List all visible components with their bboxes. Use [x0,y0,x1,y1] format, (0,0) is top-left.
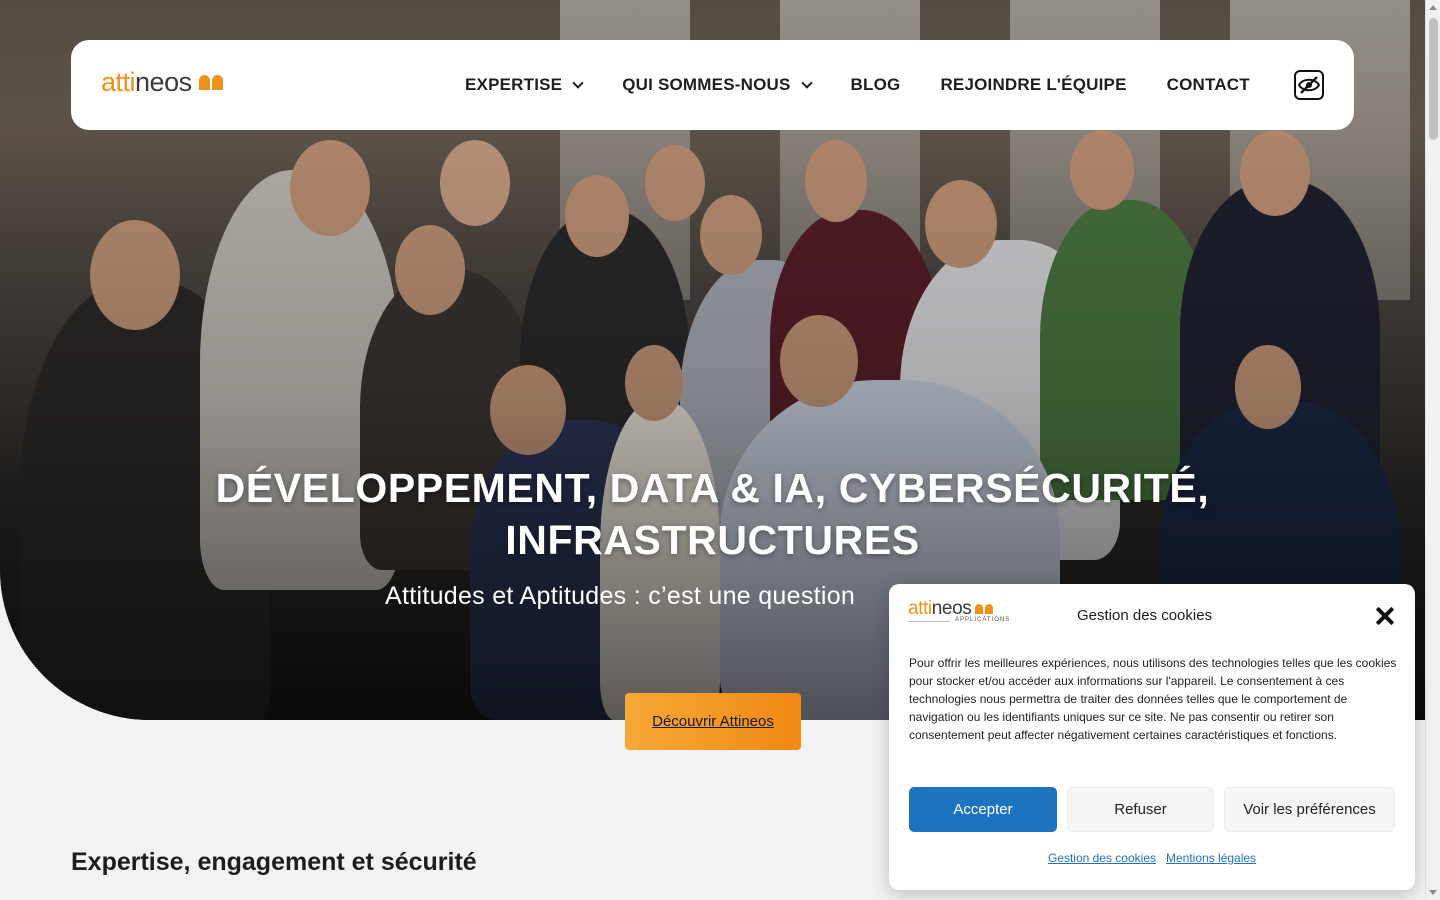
main-navbar: atti neos EXPERTISE QUI SOMMES-NOUS BLOG … [71,40,1354,130]
chevron-down-icon [800,76,813,89]
scroll-up-arrow-icon[interactable] [1429,5,1437,10]
accessibility-toggle-button[interactable] [1294,70,1324,100]
section-title: Expertise, engagement et sécurité [71,848,477,876]
scroll-thumb[interactable] [1429,18,1438,140]
legal-notice-link[interactable]: Mentions légales [1166,851,1256,865]
page-scrollbar[interactable] [1425,0,1440,900]
close-icon[interactable] [1375,606,1395,626]
hero-subline: Attitudes et Aptitudes : c’est une quest… [385,582,856,610]
cookie-consent-dialog: atti neos APPLICATIONS Gestion des cookie… [889,584,1415,890]
logo-mark-icon [198,75,226,90]
nav-links: EXPERTISE QUI SOMMES-NOUS BLOG REJOINDRE… [465,40,1290,130]
cookie-dialog-logo: atti neos APPLICATIONS [908,598,1011,623]
chevron-down-icon [572,76,584,89]
nav-item-contact[interactable]: CONTACT [1167,75,1250,95]
nav-item-expertise[interactable]: EXPERTISE [465,75,584,95]
attineos-logo[interactable]: atti neos [101,67,226,98]
cookie-dialog-text: Pour offrir les meilleures expériences, … [909,656,1397,742]
discover-attineos-button[interactable]: Découvrir Attineos [625,693,801,750]
nav-item-blog[interactable]: BLOG [851,75,901,95]
scroll-down-arrow-icon[interactable] [1429,890,1437,895]
nav-item-rejoindre[interactable]: REJOINDRE L'ÉQUIPE [940,75,1126,95]
view-preferences-button[interactable]: Voir les préférences [1224,787,1395,832]
hero-headline: DÉVELOPPEMENT, DATA & IA, CYBERSÉCURITÉ,… [215,465,1210,563]
eye-slash-icon [1298,76,1320,94]
cookie-dialog-title: Gestion des cookies [1077,607,1213,624]
refuse-cookies-button[interactable]: Refuser [1067,787,1214,832]
cookie-policy-link[interactable]: Gestion des cookies [1048,851,1156,865]
nav-item-qui-sommes-nous[interactable]: QUI SOMMES-NOUS [622,75,813,95]
accept-cookies-button[interactable]: Accepter [909,787,1057,832]
logo-mark-icon [975,604,994,614]
cookie-dialog-links: Gestion des cookies Mentions légales [889,851,1415,865]
